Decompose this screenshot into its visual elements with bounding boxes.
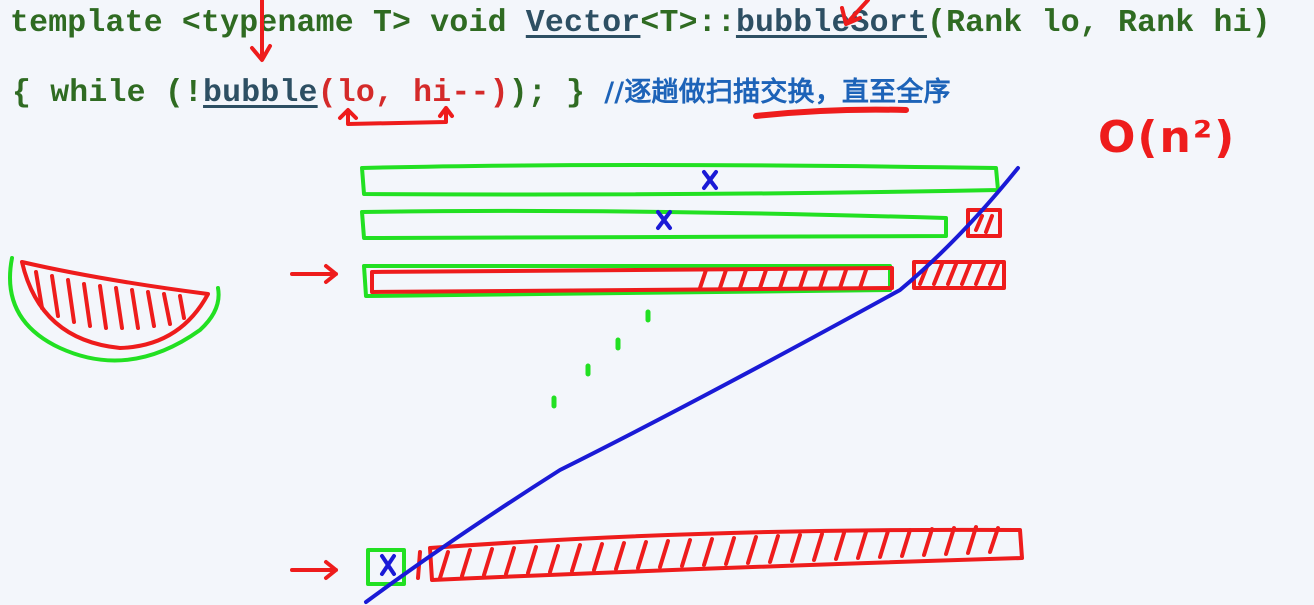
- green-bars: [8, 163, 1000, 586]
- bracket-arrow-icon: [338, 106, 454, 126]
- x-mark: [702, 170, 718, 190]
- underline-mark: [753, 106, 909, 119]
- diagonal-boundary: [364, 166, 1020, 604]
- sorted-bar-final: [428, 527, 1024, 582]
- unsorted-bar-1: [360, 163, 1000, 197]
- handwritten-annotations: [8, 0, 1024, 604]
- sorted-chunk-overlay: [370, 266, 894, 294]
- arrow-down-icon: [840, 0, 870, 26]
- arrow-right-icon: [290, 560, 338, 580]
- pointer-arrows: [250, 0, 909, 126]
- arrow-right-icon: [290, 264, 338, 284]
- x-mark: [380, 554, 396, 576]
- blue-marks: [364, 166, 1020, 604]
- ellipsis-dots: [551, 309, 651, 409]
- x-mark: [656, 210, 672, 230]
- arrow-down-icon: [250, 0, 272, 62]
- unsorted-bar-2: [360, 208, 948, 240]
